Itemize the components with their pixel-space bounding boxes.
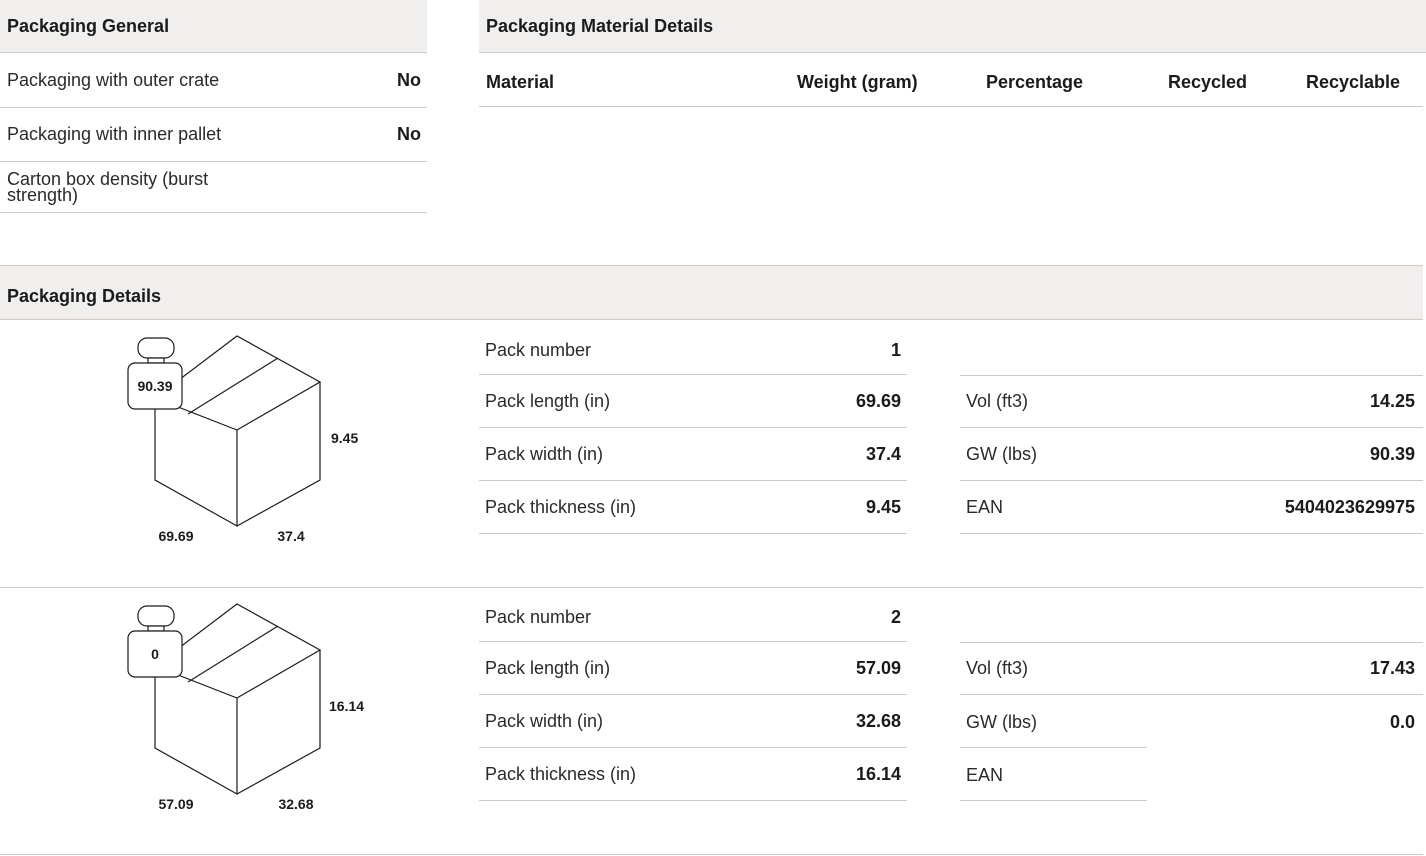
packaging-details-header: Packaging Details: [0, 265, 1423, 320]
pack-1-row-gross-weight: GW (lbs) 90.39: [960, 428, 1423, 481]
length-dimension-label: 69.69: [158, 528, 193, 544]
width-dimension-label: 32.68: [278, 796, 313, 812]
row-label: Vol (ft3): [966, 390, 1029, 411]
row-value: 0.0: [1389, 712, 1415, 732]
pack-2-row-number: Pack number 2: [479, 594, 907, 642]
pack-1-row-number: Pack number 1: [479, 327, 907, 375]
pack-1-box-illustration: 90.39 9.45 69.69 37.4: [127, 335, 358, 544]
box-tape-line: [187, 625, 279, 683]
row-label: Carton box density (burst strength): [7, 169, 209, 205]
pack-2-box-illustration: 0 16.14 57.09 32.68: [127, 603, 364, 812]
row-value: 17.43: [1369, 657, 1415, 678]
row-label: Packaging with inner pallet: [7, 124, 222, 144]
row-label: EAN: [966, 496, 1004, 517]
bottom-separator: [0, 854, 1423, 855]
weight-tag-icon: 90.39: [127, 337, 183, 410]
row-value: 90.39: [1369, 443, 1415, 464]
pack-2-row-length: Pack length (in) 57.09: [479, 642, 907, 695]
box-left-face: [154, 398, 238, 528]
row-label: Pack length (in): [485, 657, 611, 678]
row-value: 9.45: [865, 496, 901, 517]
row-label: EAN: [966, 765, 1004, 785]
pack-1-row-ean: EAN 5404023629975: [960, 481, 1423, 534]
pack-1-row-width: Pack width (in) 37.4: [479, 428, 907, 481]
pack-2-row-width: Pack width (in) 32.68: [479, 695, 907, 748]
weight-tag-value: 0: [151, 646, 159, 662]
row-label: Pack width (in): [485, 710, 604, 731]
row-value: 14.25: [1369, 390, 1415, 411]
col-recycled: Recycled: [1168, 72, 1248, 92]
row-value: 57.09: [855, 657, 901, 678]
general-row-inner-pallet: Packaging with inner pallet No: [0, 108, 427, 162]
row-value: 16.14: [855, 763, 901, 784]
row-label: GW (lbs): [966, 712, 1037, 732]
pack-1-row-length: Pack length (in) 69.69: [479, 375, 907, 428]
pack-2-row-volume: Vol (ft3) 17.43: [960, 642, 1423, 695]
row-value: 2: [890, 607, 901, 627]
box-left-face: [154, 666, 238, 796]
row-divider: [960, 800, 1147, 801]
row-value: 69.69: [855, 390, 901, 411]
pack-1-row-volume: Vol (ft3) 14.25: [960, 375, 1423, 428]
row-label: Packaging with outer crate: [7, 70, 220, 90]
box-tape-line: [187, 357, 279, 415]
packaging-details-title: Packaging Details: [7, 286, 162, 306]
row-label: Pack length (in): [485, 390, 611, 411]
pack-2-row-gross-weight: GW (lbs) 0.0: [960, 695, 1423, 748]
packaging-general-header: Packaging General: [0, 0, 427, 53]
height-dimension-label: 9.45: [331, 430, 358, 446]
row-label: Pack number: [485, 340, 592, 360]
row-label: Vol (ft3): [966, 657, 1029, 678]
row-value: 1: [890, 340, 901, 360]
row-value: 32.68: [855, 710, 901, 731]
row-label: GW (lbs): [966, 443, 1037, 464]
row-value: No: [397, 70, 421, 90]
row-value: 5404023629975: [1284, 496, 1415, 517]
box-right-face: [236, 650, 321, 795]
material-table-header: Material Weight (gram) Percentage Recycl…: [479, 54, 1423, 107]
general-row-carton-density: Carton box density (burst strength): [0, 162, 427, 213]
col-material: Material: [486, 72, 555, 92]
weight-tag-icon: 0: [127, 605, 183, 678]
material-details-header: Packaging Material Details: [479, 0, 1426, 53]
length-dimension-label: 57.09: [158, 796, 193, 812]
height-dimension-label: 16.14: [329, 698, 364, 714]
material-details-title: Packaging Material Details: [486, 16, 714, 36]
col-recyclable: Recyclable: [1306, 72, 1401, 92]
row-label: Pack number: [485, 607, 592, 627]
pack-2-row-thickness: Pack thickness (in) 16.14: [479, 748, 907, 801]
row-label: Pack thickness (in): [485, 496, 637, 517]
row-label: Pack width (in): [485, 443, 604, 464]
row-label: Pack thickness (in): [485, 763, 637, 784]
weight-tag-value: 90.39: [137, 378, 172, 394]
packaging-general-title: Packaging General: [7, 16, 170, 36]
row-value: 37.4: [865, 443, 901, 464]
pack-2-row-ean: EAN: [960, 748, 1423, 801]
general-row-outer-crate: Packaging with outer crate No: [0, 54, 427, 108]
width-dimension-label: 37.4: [277, 528, 304, 544]
col-percentage: Percentage: [986, 72, 1084, 92]
pack-1-row-thickness: Pack thickness (in) 9.45: [479, 481, 907, 534]
col-weight: Weight (gram): [797, 72, 918, 92]
row-value: No: [397, 124, 421, 144]
box-right-face: [236, 382, 321, 527]
pack-separator: [0, 587, 1423, 588]
